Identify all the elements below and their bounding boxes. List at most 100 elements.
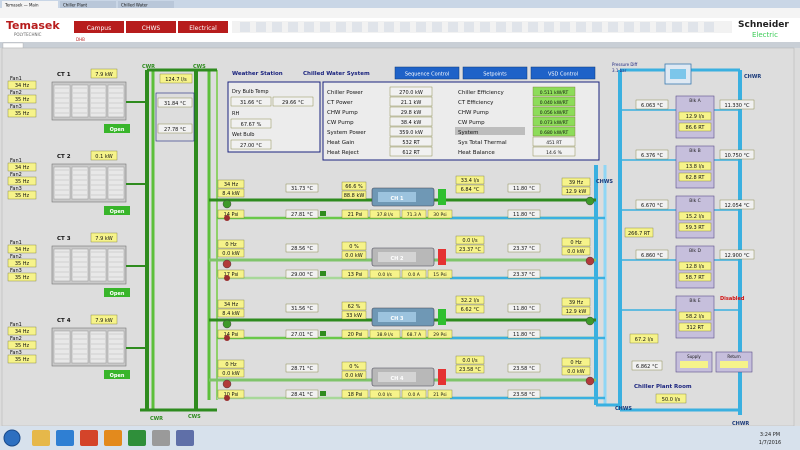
chw-pump-icon[interactable] <box>585 376 595 386</box>
weather-label-wetbulb: Wet Bulb <box>232 132 254 138</box>
cooling-tower-cell <box>53 330 71 364</box>
ct-status: Open <box>110 209 125 215</box>
ie-icon[interactable] <box>56 430 74 446</box>
ct-header-temp1: 31.84 °C <box>164 101 186 107</box>
ct-label: CT 3 <box>57 236 71 242</box>
bypass-flow: 67.2 l/s <box>635 337 654 343</box>
header-banner-window <box>608 22 618 32</box>
small-load-panel-value-box <box>680 361 708 368</box>
cw-valve-icon[interactable] <box>320 331 326 336</box>
load-block-name: Blk B <box>689 148 700 154</box>
taskbar-time: 3:24 PM <box>760 432 780 438</box>
chiller-room-title: Chiller Plant Room <box>634 384 692 390</box>
chiller-load: 0 % <box>349 244 359 250</box>
folder-icon[interactable] <box>32 430 50 446</box>
chw-temp-1: 23.37 °C <box>459 247 481 253</box>
chiller-label: CH 3 <box>390 316 404 322</box>
summary-right-label: Chiller Efficiency <box>458 90 505 96</box>
cooling-tower-cell <box>71 166 89 200</box>
load-block-rt: 312 RT <box>686 325 704 331</box>
excel-icon[interactable] <box>128 430 146 446</box>
chw-pump-kw: 0.0 kW <box>567 249 584 255</box>
summary-right-label: Heat Balance <box>458 150 495 156</box>
ct-power: 7.9 kW <box>95 318 112 324</box>
chw-pump-icon[interactable] <box>585 256 595 266</box>
summary-right-value: 451 RT <box>546 140 562 146</box>
media-icon[interactable] <box>104 430 122 446</box>
header-banner-window <box>528 22 538 32</box>
summary-right-value: 0.040 kW/RT <box>540 100 569 106</box>
summary-right-label: CHW Pump <box>458 110 489 116</box>
chiller-cw-flow: 0.0 l/s <box>378 272 392 278</box>
header-banner-window <box>416 22 426 32</box>
ct-fan-hz: 34 Hz <box>15 83 30 89</box>
start-orb-icon[interactable] <box>3 429 21 447</box>
cw-return-valve-icon[interactable] <box>224 335 230 341</box>
app-tab-home[interactable] <box>2 42 24 49</box>
ct-label: CT 1 <box>57 72 71 78</box>
cooling-tower-cell <box>71 330 89 364</box>
cw-pump-icon[interactable] <box>222 259 232 269</box>
ct-fan-hz: 35 Hz <box>15 343 30 349</box>
header-banner-window <box>496 22 506 32</box>
header-nav-label: CHWS <box>142 25 161 32</box>
summary-right-value: 0.056 kW/RT <box>540 110 569 116</box>
browser-toolbar <box>0 8 800 18</box>
load-block-flow: 15.2 l/s <box>686 214 705 220</box>
tab-weather-station[interactable]: Weather Station <box>232 71 283 77</box>
chw-pump-icon[interactable] <box>585 316 595 326</box>
chw-temp-2: 11.80 °C <box>513 186 535 192</box>
header-banner-window <box>352 22 362 32</box>
load-block-name: Blk A <box>689 98 701 104</box>
summary-left-label: CT Power <box>327 100 353 106</box>
cw-valve-icon[interactable] <box>320 271 326 276</box>
load-block-rt: 86.6 RT <box>686 125 706 131</box>
cw-pump-icon[interactable] <box>222 319 232 329</box>
vsd-control-button-label: VSD Control <box>548 72 578 78</box>
header-banner-window <box>288 22 298 32</box>
chw-return-temp: 11.80 °C <box>513 212 535 218</box>
load-block-rt: 62.8 RT <box>686 175 706 181</box>
load-block-flow: 12.9 l/s <box>686 114 705 120</box>
ct-status: Open <box>110 373 125 379</box>
tab-chilled-water-system[interactable]: Chilled Water System <box>303 71 370 77</box>
summary-right-label: Sys Total Thermal <box>458 140 507 146</box>
summary-right-value: 0.680 kW/RT <box>540 130 569 136</box>
chiller-chw-press: 30 Psi <box>433 212 446 218</box>
chiller-amps: 0.0 A <box>408 392 421 398</box>
label-chwr-right: CHWR <box>744 74 761 80</box>
load-alarm-text: Disabled <box>720 296 745 302</box>
cooling-tower-cell <box>107 248 125 282</box>
header-banner-window <box>448 22 458 32</box>
load-block-name: Blk D <box>689 248 701 254</box>
chiller-status-indicator <box>438 369 446 385</box>
label-cws-top: CWS <box>193 64 206 70</box>
header-banner-window <box>704 22 714 32</box>
cw-return-valve-icon[interactable] <box>224 215 230 221</box>
cooling-tower-cell <box>107 330 125 364</box>
browser-tab-label: Chilled Water <box>121 3 148 8</box>
cooling-tower-cell <box>89 166 107 200</box>
chw-flow: 0.0 l/s <box>462 238 478 244</box>
cw-valve-press: 20 Psi <box>348 332 363 338</box>
cw-return-valve-icon[interactable] <box>224 395 230 401</box>
small-load-panel-value-box <box>720 361 748 368</box>
cw-valve-icon[interactable] <box>320 211 326 216</box>
header-banner-window <box>656 22 666 32</box>
cw-pump-icon[interactable] <box>222 379 232 389</box>
header-banner-window <box>576 22 586 32</box>
cooling-tower-cell <box>107 166 125 200</box>
cw-out-temp: 29.00 °C <box>291 272 313 278</box>
cw-valve-icon[interactable] <box>320 391 326 396</box>
cw-pump-icon[interactable] <box>222 199 232 209</box>
app-icon[interactable] <box>176 430 194 446</box>
chrome-icon[interactable] <box>80 430 98 446</box>
cw-pump-kw: 0.0 kW <box>222 371 239 377</box>
chiller-amps: 71.3 A <box>407 212 422 218</box>
calc-icon[interactable] <box>152 430 170 446</box>
load-block-supply-temp: 6.860 °C <box>641 253 663 259</box>
load-block-return-temp: 10.750 °C <box>724 153 750 159</box>
chw-pump-icon[interactable] <box>585 196 595 206</box>
cw-return-valve-icon[interactable] <box>224 275 230 281</box>
summary-left-value: 270.0 kW <box>399 90 423 96</box>
